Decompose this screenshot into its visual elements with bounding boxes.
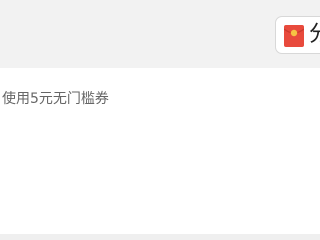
red-packet-icon [284, 25, 304, 47]
divider [0, 234, 320, 240]
screen: 分 使用5元无门槛券 [0, 0, 320, 240]
header-bar: 分 [0, 0, 320, 68]
coupon-button-label: 分 [309, 23, 320, 47]
coupon-button[interactable]: 分 [275, 16, 320, 54]
coupon-description: 使用5元无门槛券 [2, 91, 109, 107]
